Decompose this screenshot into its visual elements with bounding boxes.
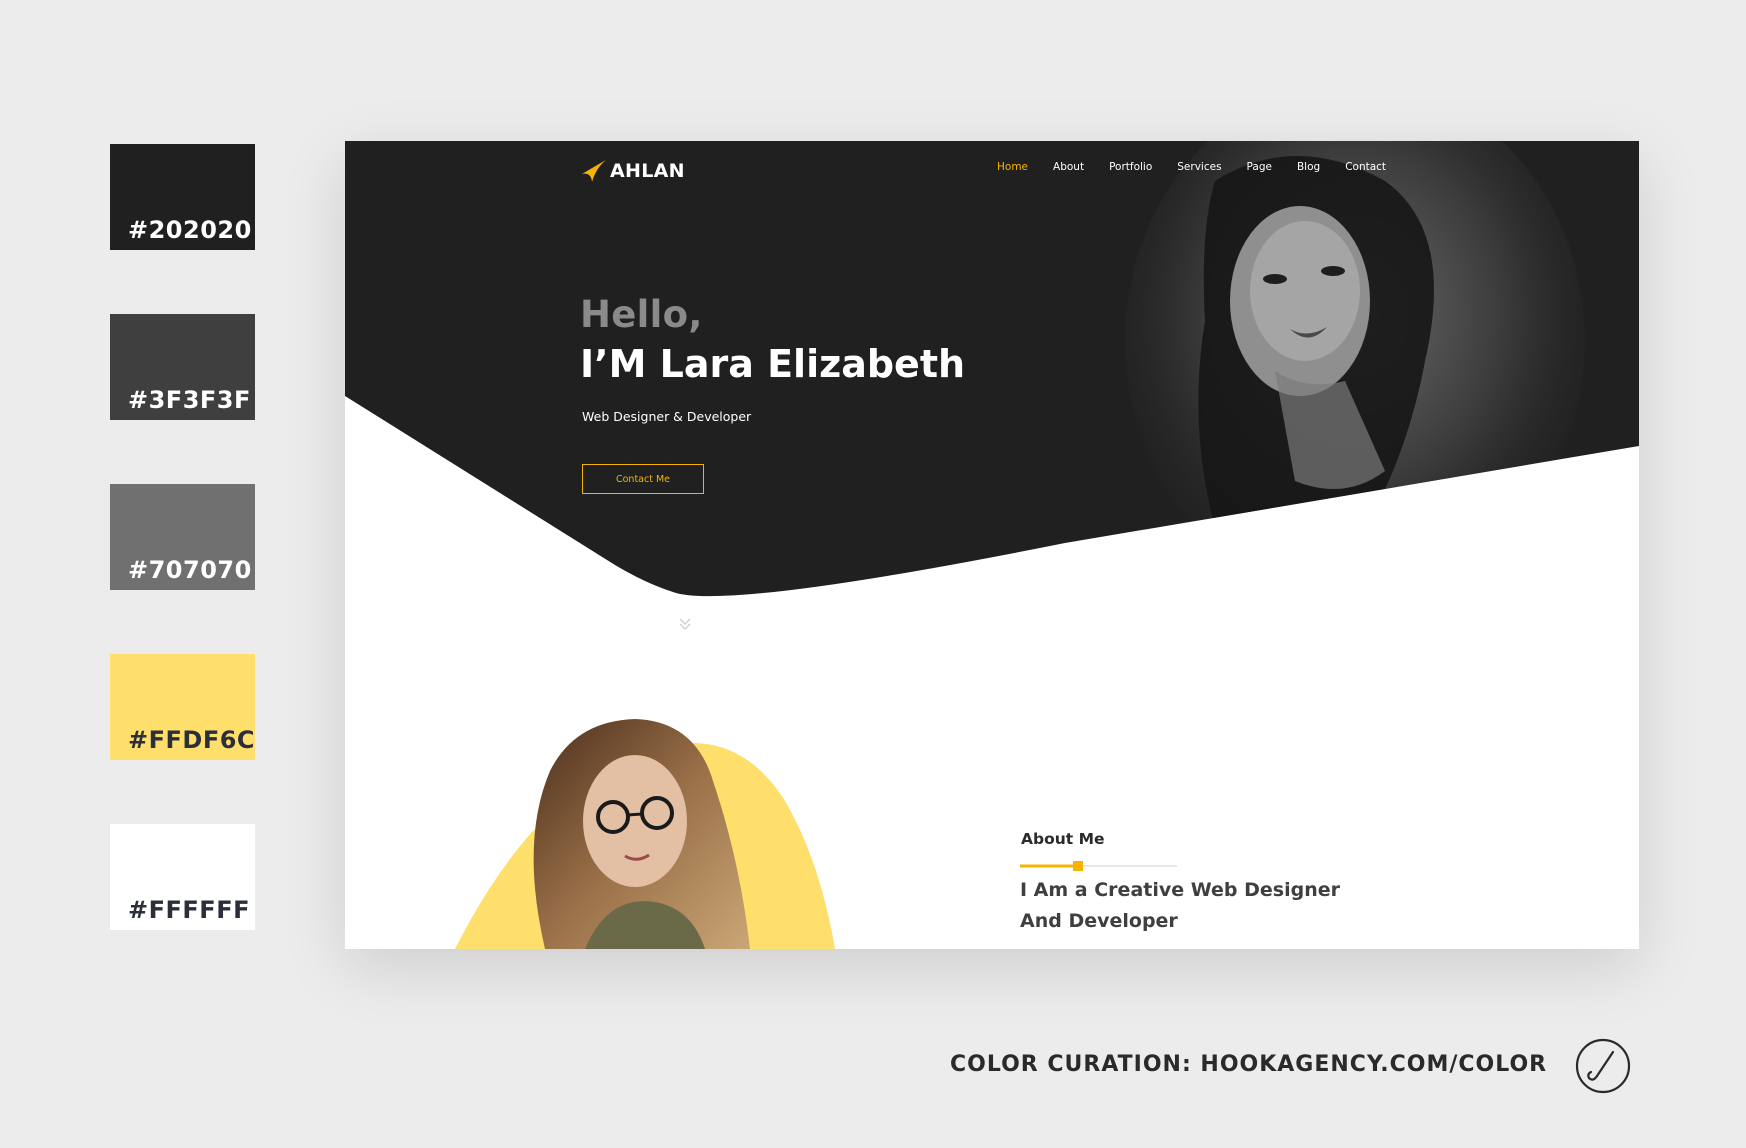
hero-greeting: Hello, bbox=[580, 293, 703, 336]
hero-background bbox=[345, 141, 1639, 949]
website-mockup: AHLAN Home About Portfolio Services Page… bbox=[345, 141, 1639, 949]
brand-logo[interactable]: AHLAN bbox=[580, 156, 685, 186]
main-nav: Home About Portfolio Services Page Blog … bbox=[997, 161, 1411, 173]
about-divider bbox=[1020, 861, 1177, 871]
about-heading-line-1: I Am a Creative Web Designer bbox=[1020, 879, 1340, 901]
swatch-202020: #202020 bbox=[110, 144, 255, 250]
hero-role: Web Designer & Developer bbox=[582, 409, 752, 424]
swatch-label: #FFFFFF bbox=[128, 896, 250, 924]
nav-portfolio[interactable]: Portfolio bbox=[1109, 161, 1152, 173]
hero-portrait bbox=[1125, 141, 1585, 597]
about-heading: I Am a Creative Web Designer And Develop… bbox=[1020, 875, 1440, 937]
nav-contact[interactable]: Contact bbox=[1345, 161, 1386, 173]
swatch-3f3f3f: #3F3F3F bbox=[110, 314, 255, 420]
double-chevron-down-icon[interactable] bbox=[678, 617, 692, 631]
nav-about[interactable]: About bbox=[1053, 161, 1084, 173]
nav-blog[interactable]: Blog bbox=[1297, 161, 1320, 173]
color-curation-credit: COLOR CURATION: HOOKAGENCY.COM/COLOR bbox=[950, 1052, 1548, 1077]
swatch-ffdf6c: #FFDF6C bbox=[110, 654, 255, 760]
swatch-label: #FFDF6C bbox=[128, 726, 256, 754]
hero-name: I’M Lara Elizabeth bbox=[580, 342, 966, 386]
hook-agency-icon bbox=[1575, 1038, 1631, 1094]
nav-services[interactable]: Services bbox=[1177, 161, 1221, 173]
brand-name: AHLAN bbox=[610, 160, 685, 182]
swatch-label: #202020 bbox=[128, 216, 252, 244]
logo-swoosh-icon bbox=[582, 160, 606, 182]
nav-home[interactable]: Home bbox=[997, 161, 1028, 173]
contact-me-button[interactable]: Contact Me bbox=[582, 464, 704, 494]
swatch-label: #707070 bbox=[128, 556, 252, 584]
swatch-707070: #707070 bbox=[110, 484, 255, 590]
about-label: About Me bbox=[1021, 830, 1105, 848]
nav-page[interactable]: Page bbox=[1247, 161, 1272, 173]
swatch-ffffff: #FFFFFF bbox=[110, 824, 255, 930]
swatch-label: #3F3F3F bbox=[128, 386, 251, 414]
about-heading-line-2: And Developer bbox=[1020, 910, 1178, 932]
